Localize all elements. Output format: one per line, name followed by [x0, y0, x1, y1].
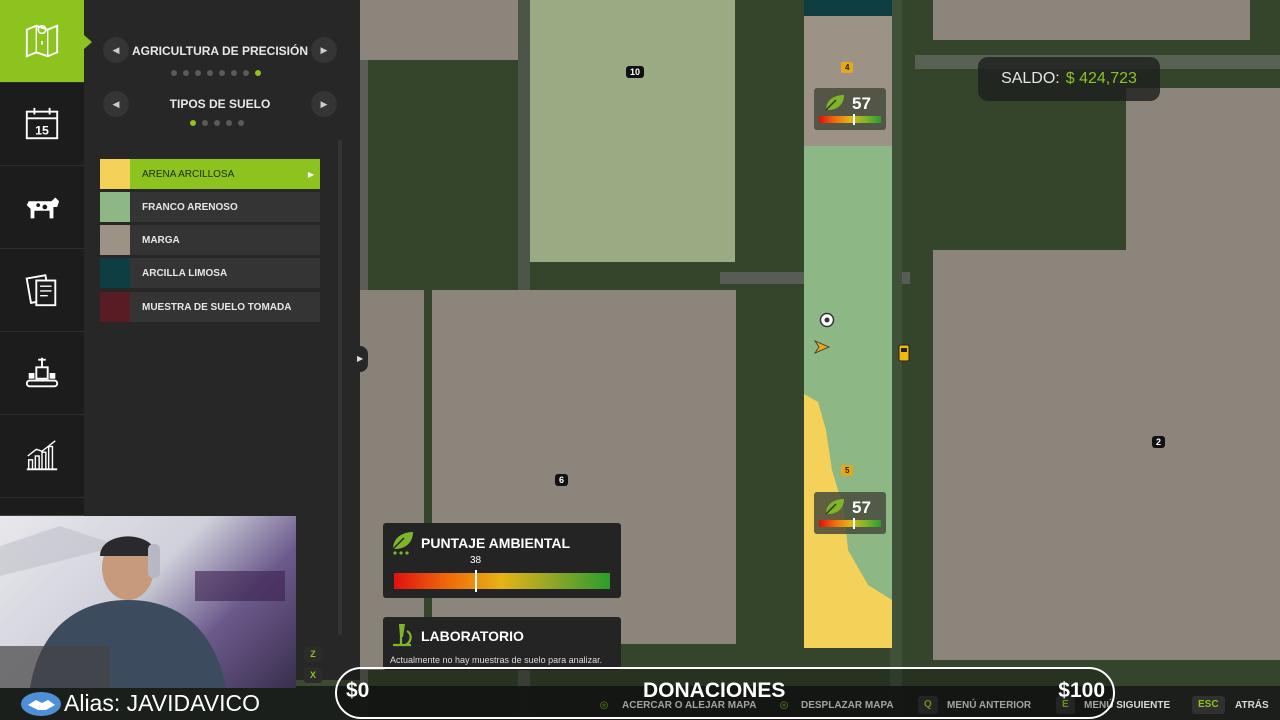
environment-score-badge: 57: [814, 88, 886, 130]
donations-goal-bar: $0 DONACIONES $100: [335, 667, 1115, 719]
chevron-right-icon: ▶: [320, 44, 328, 55]
score-value: 57: [852, 498, 871, 517]
legend-item-marga[interactable]: MARGA: [100, 225, 320, 255]
legend-label: ARENA ARCILLOSA: [142, 168, 235, 180]
legend-label: FRANCO ARENOSO: [142, 201, 238, 213]
rail-statistics-button[interactable]: [0, 415, 84, 498]
handshake-icon: [21, 691, 61, 716]
legend-swatch: [100, 258, 130, 288]
chevron-right-icon: ▶: [320, 98, 328, 109]
legend-item-muestra-suelo[interactable]: MUESTRA DE SUELO TOMADA: [100, 292, 320, 322]
vehicle-direction-icon[interactable]: [814, 340, 830, 354]
cow-icon: [26, 197, 60, 219]
legend-swatch: [100, 159, 130, 189]
legend-label: ARCILLA LIMOSA: [142, 267, 228, 279]
calendar-day: 15: [35, 123, 49, 137]
field-id-label[interactable]: 6: [555, 474, 569, 486]
score-bar: [819, 116, 881, 123]
player-marker-icon[interactable]: [819, 312, 835, 328]
menu-rail: 15: [0, 0, 84, 515]
legend-swatch: [100, 292, 130, 322]
section1-next-button[interactable]: ▶: [311, 37, 337, 63]
rail-contracts-button[interactable]: [0, 249, 84, 332]
balance-display: SALDO: $ 424,723: [978, 57, 1160, 101]
contracts-icon: [25, 274, 57, 307]
chevron-right-icon: ▶: [307, 169, 314, 179]
balance-label: SALDO:: [1001, 70, 1060, 87]
chevron-left-icon: ◀: [112, 44, 120, 55]
laboratory-box: LABORATORIO Actualmente no hay muestras …: [383, 617, 621, 670]
section2-next-button[interactable]: ▶: [311, 91, 337, 117]
legend-swatch: [100, 225, 130, 255]
environment-score-box: PUNTAJE AMBIENTAL 38: [383, 523, 621, 598]
balance-amount: $ 424,723: [1065, 70, 1137, 87]
field-green: [530, 0, 735, 262]
field-id-label[interactable]: 2: [1152, 436, 1166, 448]
alias-text: Alias: JAVIDAVICO: [64, 690, 260, 716]
score-marker: [853, 518, 856, 529]
legend-item-franco-arenoso[interactable]: FRANCO ARENOSO: [100, 192, 320, 222]
field-marga: [933, 250, 1280, 660]
vehicle-icon[interactable]: [898, 344, 910, 362]
field-marga: [360, 290, 424, 670]
environment-score-title: PUNTAJE AMBIENTAL: [421, 535, 571, 551]
field-marga: [360, 0, 518, 60]
panel-pointer: [84, 35, 92, 49]
score-bar: [819, 520, 881, 527]
donations-title: DONACIONES: [643, 679, 786, 702]
donations-min: $0: [346, 679, 370, 702]
chart-icon: [26, 440, 58, 471]
calendar-icon: 15: [25, 107, 59, 140]
field-number-label[interactable]: 5: [841, 465, 854, 476]
section1-title: AGRICULTURA DE PRECISIÓN: [131, 44, 308, 58]
rail-map-button[interactable]: [0, 0, 84, 83]
score-value: 57: [852, 94, 871, 113]
zoom-out-key[interactable]: X: [304, 667, 322, 683]
map-view[interactable]: 10 6 2 4 5 57 57: [360, 0, 1280, 720]
rail-calendar-button[interactable]: 15: [0, 83, 84, 166]
microscope-icon: [393, 624, 412, 647]
streamer-silhouette: [0, 526, 285, 688]
section2-page-dots[interactable]: [190, 120, 244, 126]
webcam-overlay: [0, 516, 296, 688]
rail-animals-button[interactable]: [0, 166, 84, 249]
map-icon: [25, 24, 59, 58]
zoom-in-key[interactable]: Z: [304, 646, 322, 662]
environment-score-badge: 57: [814, 492, 886, 534]
leaf-icon: [392, 532, 413, 555]
score-marker: [853, 114, 856, 125]
leaf-icon: [825, 95, 844, 111]
legend-item-arcilla-limosa[interactable]: ARCILLA LIMOSA: [100, 258, 320, 288]
legend-item-arena-arcillosa[interactable]: ARENA ARCILLOSA ▶: [100, 159, 320, 189]
legend-swatch: [100, 192, 130, 222]
collapse-panel-button[interactable]: ▶: [352, 346, 368, 372]
panel-scrollbar[interactable]: [338, 140, 342, 635]
environment-score-marker: [475, 570, 478, 592]
field-marga: [1126, 88, 1280, 258]
field-marga: [933, 0, 1250, 40]
chevron-left-icon: ◀: [112, 98, 120, 109]
environment-score-bar: [394, 573, 610, 589]
chevron-right-icon: ▶: [357, 354, 364, 363]
production-icon: [25, 357, 59, 388]
streamer-alias: Alias: JAVIDAVICO: [20, 690, 260, 717]
laboratory-title: LABORATORIO: [421, 628, 524, 644]
field-number-label[interactable]: 4: [841, 62, 854, 73]
key-esc[interactable]: ESC: [1192, 696, 1225, 714]
hint-back[interactable]: ATRÁS: [1235, 700, 1269, 711]
laboratory-status-text: Actualmente no hay muestras de suelo par…: [390, 655, 603, 665]
leaf-icon: [825, 499, 844, 515]
legend-label: MARGA: [142, 234, 180, 246]
section1-page-dots[interactable]: [171, 70, 261, 76]
rail-production-button[interactable]: [0, 332, 84, 415]
legend-label: MUESTRA DE SUELO TOMADA: [142, 301, 292, 313]
environment-score-value: 38: [470, 555, 482, 566]
donations-max: $100: [1058, 679, 1105, 702]
field-arcilla-limosa: [804, 0, 892, 16]
field-id-label[interactable]: 10: [626, 66, 645, 78]
section2-title: TIPOS DE SUELO: [169, 97, 271, 111]
